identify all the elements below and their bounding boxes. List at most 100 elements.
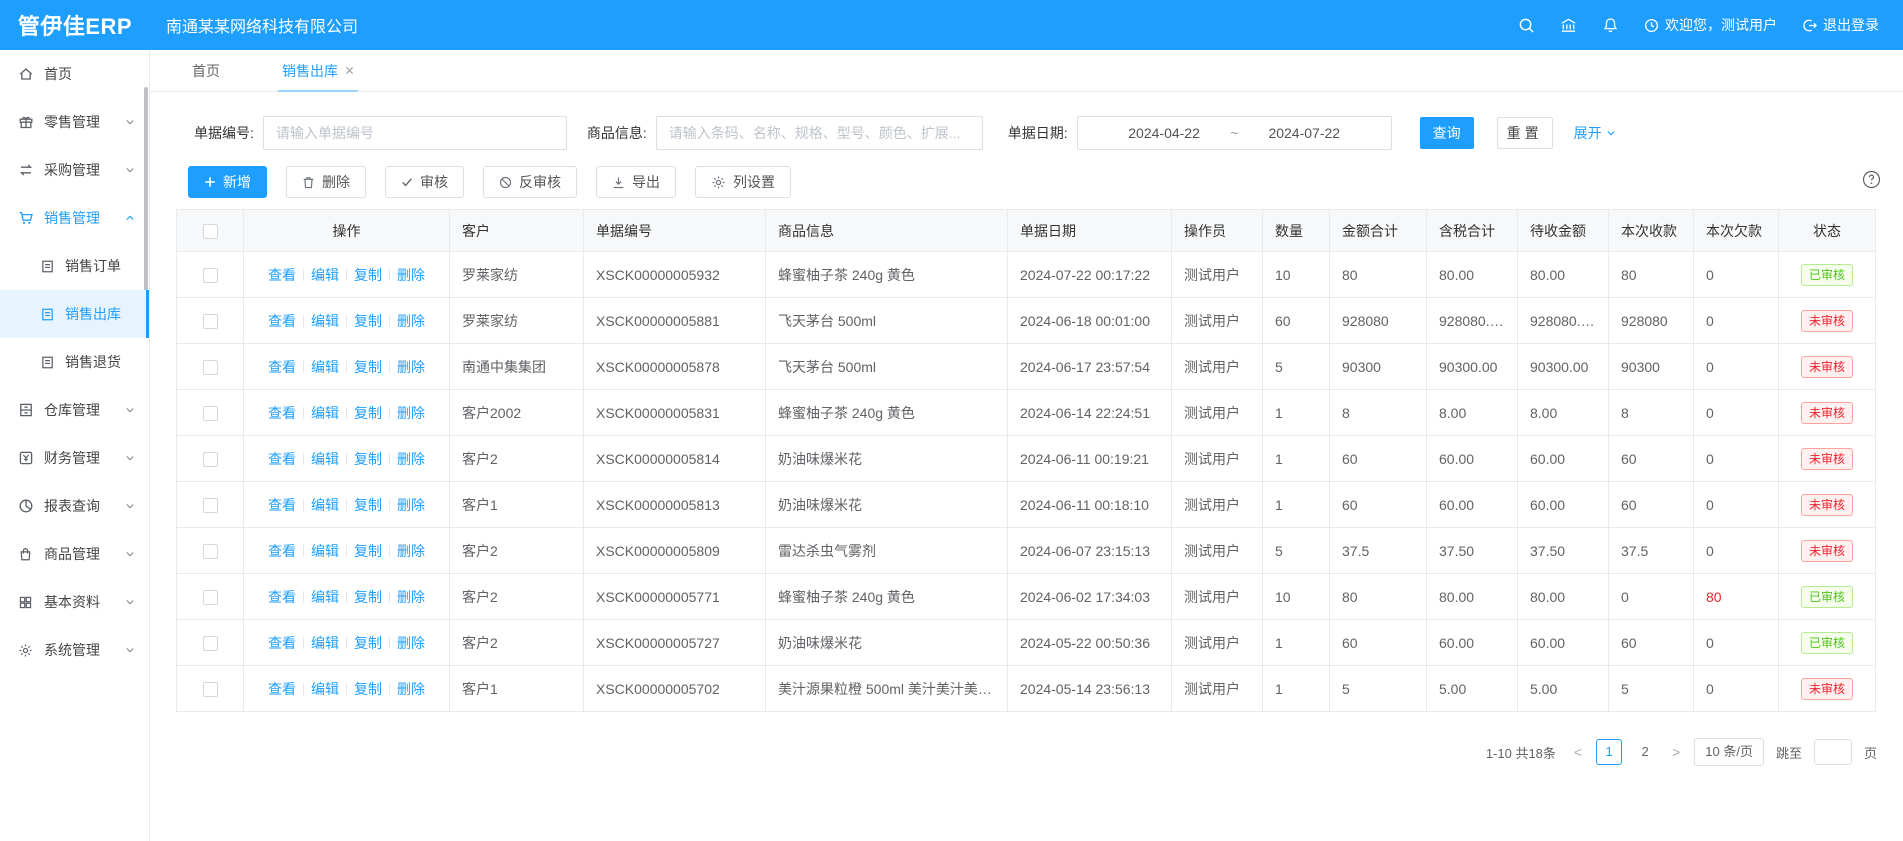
row-checkbox[interactable] [203,544,218,559]
delete-link[interactable]: 删除 [397,635,425,651]
row-checkbox[interactable] [203,498,218,513]
copy-link[interactable]: 复制 [354,681,382,697]
unapprove-button[interactable]: 反审核 [483,166,577,198]
copy-link[interactable]: 复制 [354,635,382,651]
copy-link[interactable]: 复制 [354,359,382,375]
delete-link[interactable]: 删除 [397,267,425,283]
edit-link[interactable]: 编辑 [311,267,339,283]
page-size-select[interactable]: 10 条/页 [1694,738,1764,766]
table-header-row: 操作客户单据编号商品信息单据日期操作员数量金额合计含税合计待收金额本次收款本次欠… [177,210,1876,252]
close-icon[interactable] [345,66,354,75]
jump-page-input[interactable] [1814,739,1852,765]
view-link[interactable]: 查看 [268,681,296,697]
edit-link[interactable]: 编辑 [311,635,339,651]
edit-link[interactable]: 编辑 [311,543,339,559]
delete-button[interactable]: 删除 [286,166,366,198]
delete-link[interactable]: 删除 [397,313,425,329]
receivable-cell: 37.50 [1518,528,1609,574]
delete-link[interactable]: 删除 [397,589,425,605]
view-link[interactable]: 查看 [268,589,296,605]
delete-link[interactable]: 删除 [397,451,425,467]
row-checkbox[interactable] [203,636,218,651]
edit-link[interactable]: 编辑 [311,451,339,467]
link-separator [303,407,304,419]
view-link[interactable]: 查看 [268,635,296,651]
view-link[interactable]: 查看 [268,313,296,329]
bank-icon[interactable] [1560,17,1577,34]
sidebar-item-system[interactable]: 系统管理 [0,626,149,674]
row-checkbox[interactable] [203,590,218,605]
welcome-user[interactable]: 欢迎您，测试用户 [1644,15,1777,35]
date-end-value[interactable]: 2024-07-22 [1264,125,1344,141]
reset-button[interactable]: 重置 [1497,117,1553,149]
edit-link[interactable]: 编辑 [311,405,339,421]
delete-link[interactable]: 删除 [397,681,425,697]
edit-link[interactable]: 编辑 [311,359,339,375]
row-checkbox[interactable] [203,452,218,467]
sidebar-item-sales-returns[interactable]: 销售退货 [0,338,149,386]
export-button[interactable]: 导出 [596,166,676,198]
view-link[interactable]: 查看 [268,451,296,467]
page-2-button[interactable]: 2 [1632,739,1658,765]
view-link[interactable]: 查看 [268,497,296,513]
row-checkbox[interactable] [203,682,218,697]
sidebar-item-basic-data[interactable]: 基本资料 [0,578,149,626]
row-checkbox[interactable] [203,314,218,329]
help-icon[interactable] [1862,170,1881,189]
row-checkbox[interactable] [203,406,218,421]
date-range-picker[interactable]: 2024-04-22 ~ 2024-07-22 [1077,116,1392,150]
app-logo: 管伊佳ERP [0,9,150,41]
copy-link[interactable]: 复制 [354,497,382,513]
search-button[interactable]: 查询 [1420,117,1474,149]
copy-link[interactable]: 复制 [354,267,382,283]
expand-link[interactable]: 展开 [1574,123,1616,143]
copy-link[interactable]: 复制 [354,543,382,559]
sidebar-item-sales-orders[interactable]: 销售订单 [0,242,149,290]
delete-link[interactable]: 删除 [397,497,425,513]
copy-link[interactable]: 复制 [354,451,382,467]
sidebar-item-reports[interactable]: 报表查询 [0,482,149,530]
copy-link[interactable]: 复制 [354,405,382,421]
sidebar-item-products[interactable]: 商品管理 [0,530,149,578]
row-checkbox[interactable] [203,360,218,375]
date-start-value[interactable]: 2024-04-22 [1124,125,1204,141]
sidebar-item-sales-outbound[interactable]: 销售出库 [0,290,149,338]
edit-link[interactable]: 编辑 [311,497,339,513]
add-button[interactable]: 新增 [188,166,267,198]
doc-no-cell: XSCK00000005702 [584,666,766,712]
sidebar-item-sales[interactable]: 销售管理 [0,194,149,242]
page-1-button[interactable]: 1 [1596,739,1622,765]
prev-page-button[interactable]: < [1572,744,1584,760]
sidebar-item-label: 基本资料 [44,592,100,612]
column-settings-button[interactable]: 列设置 [695,166,791,198]
logout-button[interactable]: 退出登录 [1802,15,1879,35]
sidebar-item-finance[interactable]: 财务管理 [0,434,149,482]
link-separator [346,545,347,557]
copy-link[interactable]: 复制 [354,313,382,329]
bell-icon[interactable] [1602,17,1619,34]
delete-link[interactable]: 删除 [397,405,425,421]
view-link[interactable]: 查看 [268,267,296,283]
view-link[interactable]: 查看 [268,405,296,421]
edit-link[interactable]: 编辑 [311,313,339,329]
copy-link[interactable]: 复制 [354,589,382,605]
next-page-button[interactable]: > [1670,744,1682,760]
doc-no-input[interactable] [263,116,567,150]
product-info-input[interactable] [656,116,983,150]
sidebar-item-retail[interactable]: 零售管理 [0,98,149,146]
sidebar-item-home[interactable]: 首页 [0,50,149,98]
delete-link[interactable]: 删除 [397,359,425,375]
approve-button[interactable]: 审核 [385,166,464,198]
sidebar-item-purchase[interactable]: 采购管理 [0,146,149,194]
edit-link[interactable]: 编辑 [311,589,339,605]
delete-link[interactable]: 删除 [397,543,425,559]
select-all-checkbox[interactable] [203,224,218,239]
view-link[interactable]: 查看 [268,359,296,375]
row-checkbox[interactable] [203,268,218,283]
search-icon[interactable] [1518,17,1535,34]
edit-link[interactable]: 编辑 [311,681,339,697]
sidebar-item-warehouse[interactable]: 仓库管理 [0,386,149,434]
view-link[interactable]: 查看 [268,543,296,559]
tab-home[interactable]: 首页 [188,50,224,92]
tab-sales-outbound[interactable]: 销售出库 [278,50,358,92]
